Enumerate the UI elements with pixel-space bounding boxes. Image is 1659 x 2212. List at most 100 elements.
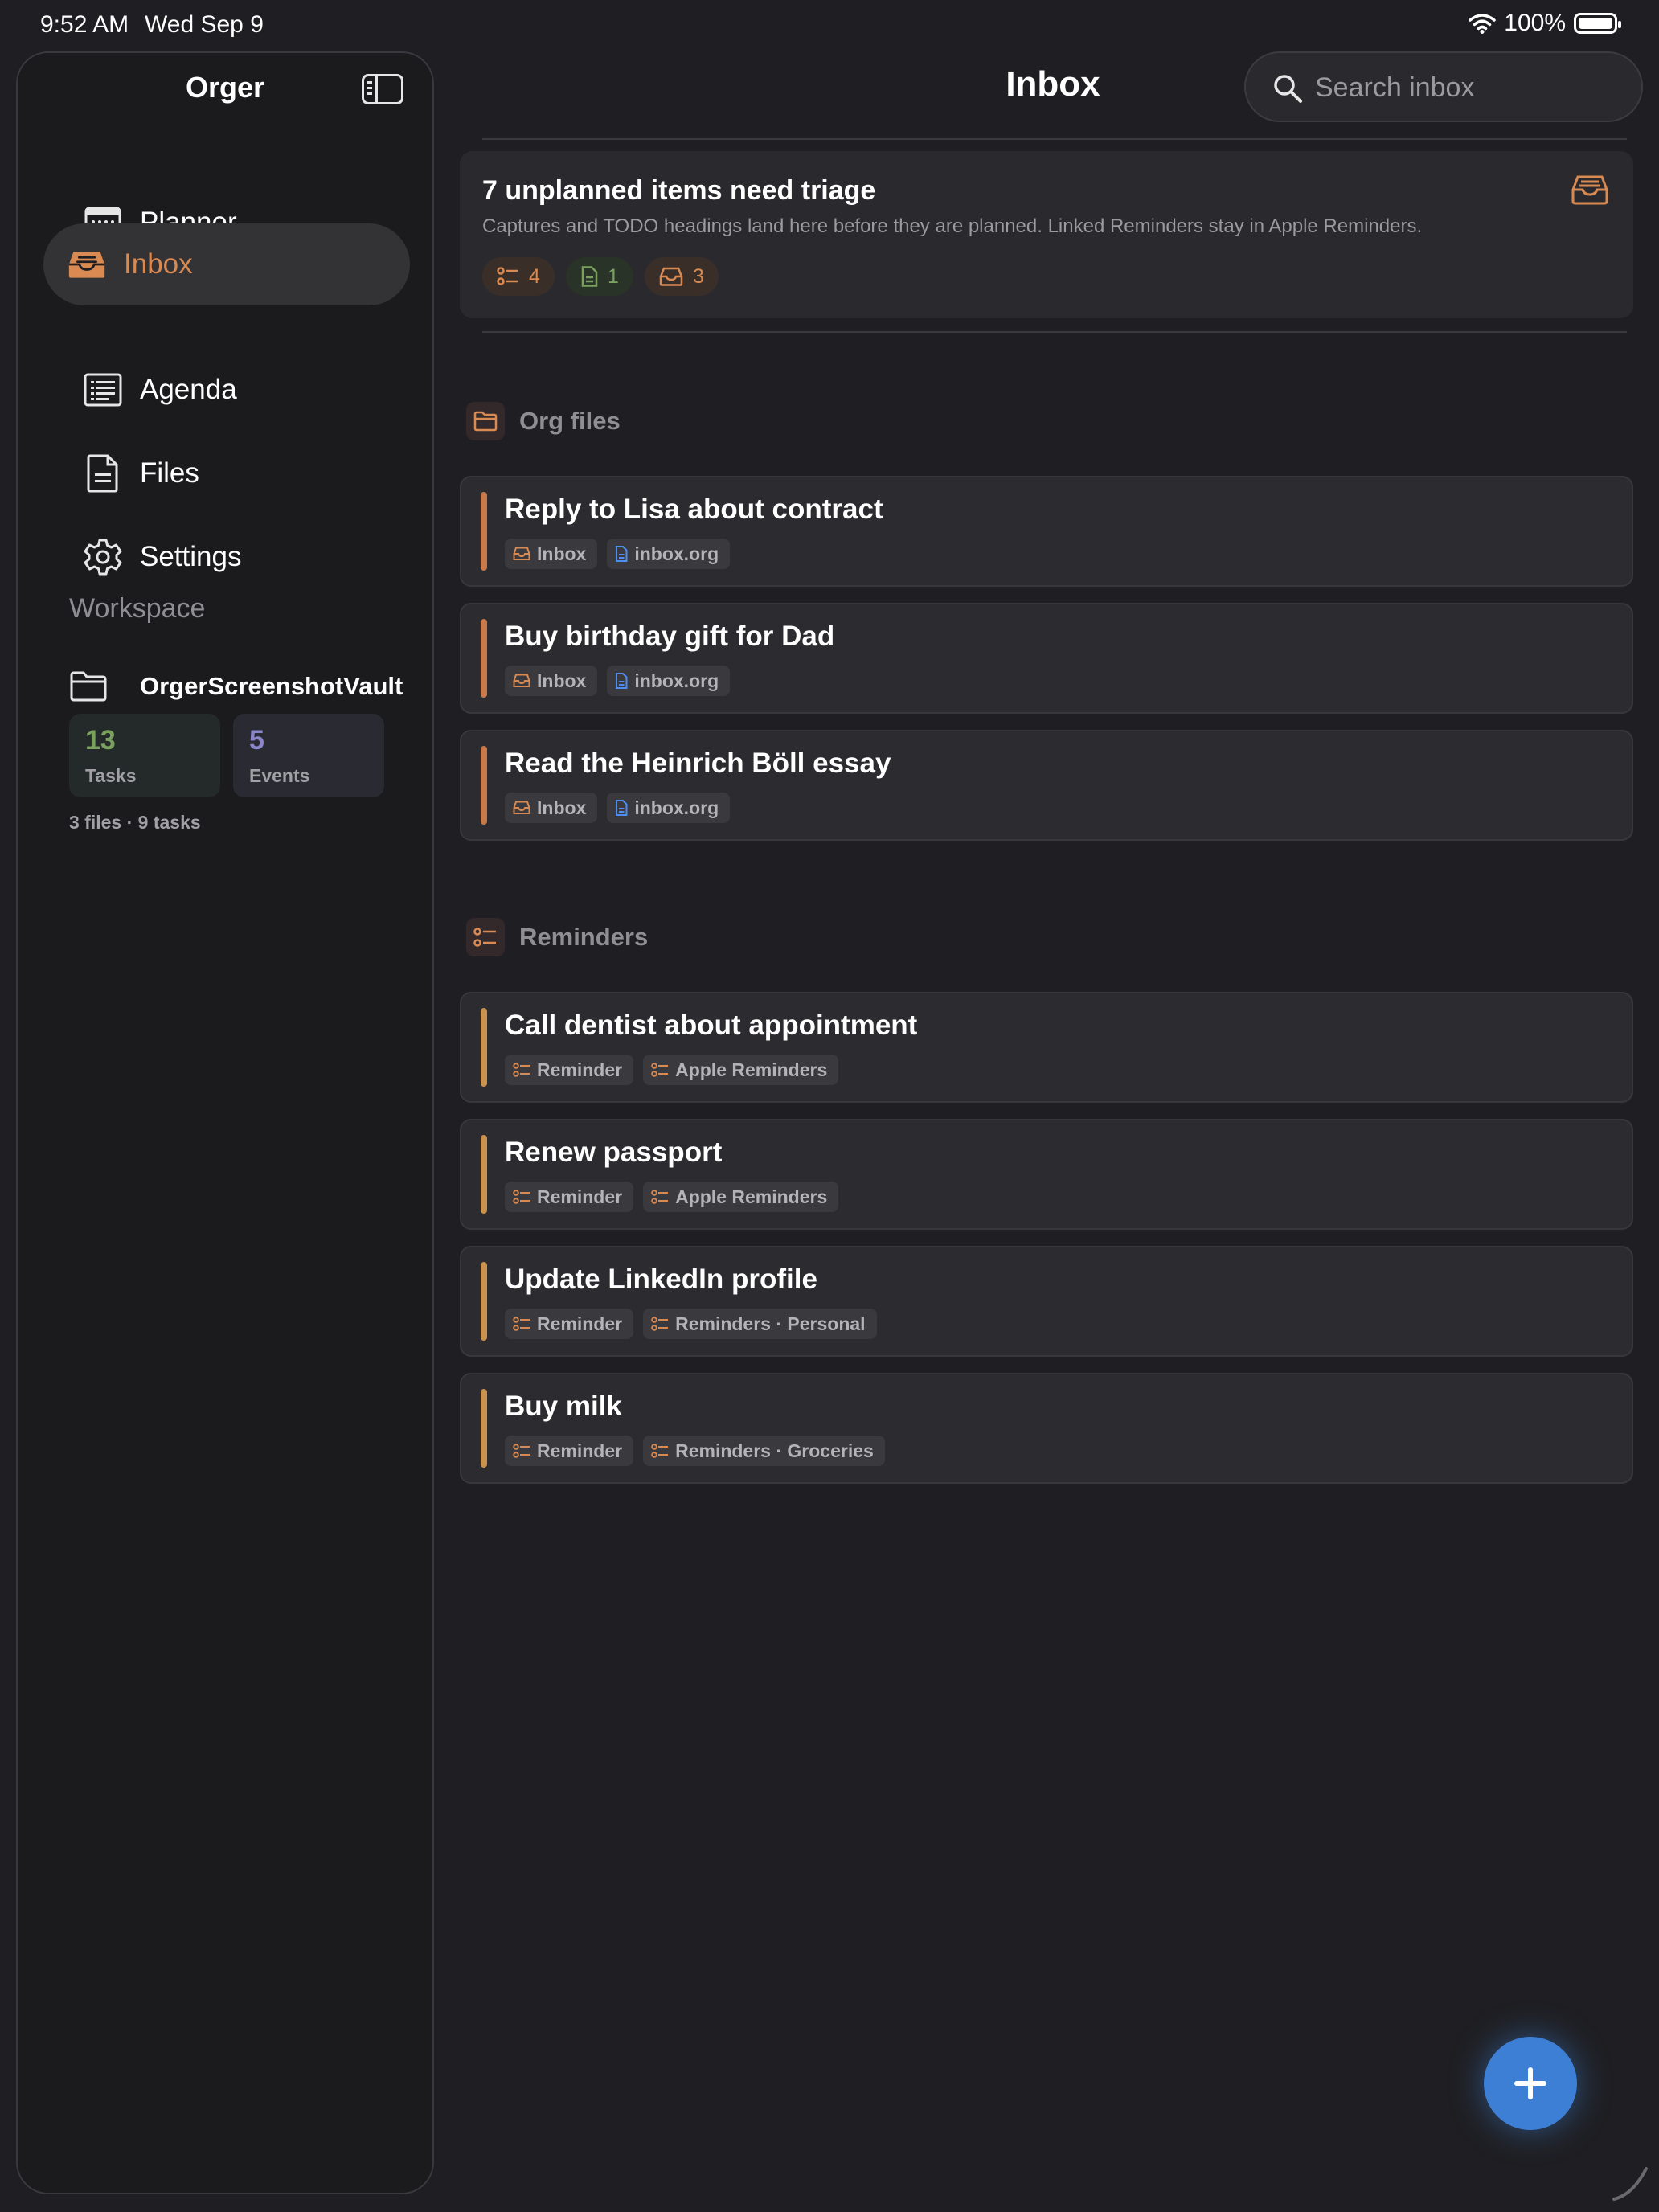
checklist-icon: [466, 918, 505, 956]
task-card[interactable]: Update LinkedIn profile Reminder Reminde…: [460, 1246, 1633, 1357]
inbox-tray-icon: [659, 267, 683, 286]
task-tag-reminder: Reminder: [505, 1182, 634, 1212]
section-reminders: Reminders: [466, 918, 648, 956]
page-title: Inbox: [1006, 64, 1100, 104]
task-color-bar: [481, 619, 487, 698]
folder-icon: [466, 402, 505, 440]
files-count: 1: [608, 264, 619, 288]
tag-label: Apple Reminders: [675, 1059, 828, 1080]
inbox-count-badge[interactable]: 3: [645, 257, 719, 296]
inbox-tray-icon: [513, 801, 530, 814]
events-count: 5: [249, 725, 264, 756]
sidebar-item-label: Agenda: [140, 374, 237, 405]
status-bar: 9:52 AM Wed Sep 9 100%: [0, 0, 1659, 51]
task-card[interactable]: Call dentist about appointment Reminder …: [460, 992, 1633, 1103]
reminders-count-badge[interactable]: 4: [482, 257, 555, 296]
plus-icon: [1514, 2067, 1546, 2099]
task-card[interactable]: Renew passport Reminder Apple Reminders: [460, 1119, 1633, 1230]
tag-label: inbox.org: [634, 543, 719, 564]
task-tag-reminder: Reminder: [505, 1055, 634, 1085]
sidebar: Orger Planner Inbox Agenda Files Setting…: [16, 51, 434, 2194]
task-title: Renew passport: [505, 1137, 723, 1168]
task-title: Buy milk: [505, 1391, 622, 1422]
tag-label: Inbox: [537, 543, 587, 564]
task-card[interactable]: Reply to Lisa about contract Inbox inbox…: [460, 476, 1633, 587]
inbox-count: 3: [693, 264, 704, 288]
task-tag-inbox: Inbox: [505, 793, 598, 823]
workspace-vault[interactable]: OrgerScreenshotVault: [69, 662, 403, 711]
folder-icon: [70, 671, 107, 702]
tag-label: Reminder: [537, 1440, 623, 1461]
checklist-icon: [651, 1444, 669, 1458]
task-color-bar: [481, 1008, 487, 1087]
checklist-icon: [513, 1063, 530, 1077]
task-card[interactable]: Buy birthday gift for Dad Inbox inbox.or…: [460, 603, 1633, 714]
section-label: Reminders: [519, 923, 649, 951]
tag-label: Reminders · Personal: [675, 1313, 866, 1334]
checklist-icon: [651, 1063, 669, 1077]
search-icon: [1274, 75, 1302, 103]
tasks-count: 13: [85, 725, 116, 756]
events-stat-card[interactable]: 5 Events: [233, 714, 384, 797]
task-tag-reminder: Reminder: [505, 1309, 634, 1339]
sidebar-item-agenda[interactable]: Agenda: [43, 349, 410, 431]
gear-icon: [84, 538, 122, 576]
tag-label: Reminders · Groceries: [675, 1440, 874, 1461]
status-date: Wed Sep 9: [145, 11, 264, 38]
tag-label: Apple Reminders: [675, 1186, 828, 1207]
task-tag-reminder: Reminder: [505, 1436, 634, 1466]
header-divider: [482, 138, 1627, 140]
task-tag-source: Apple Reminders: [643, 1182, 839, 1212]
inbox-tray-icon: [1571, 175, 1608, 205]
search-bar[interactable]: [1244, 51, 1643, 122]
task-title: Reply to Lisa about contract: [505, 494, 883, 525]
checklist-icon: [513, 1317, 530, 1331]
task-tag-source: Apple Reminders: [643, 1055, 839, 1085]
task-tag-inbox: Inbox: [505, 666, 598, 696]
tasks-label: Tasks: [85, 765, 137, 786]
task-title: Read the Heinrich Böll essay: [505, 748, 891, 779]
task-color-bar: [481, 746, 487, 825]
search-input[interactable]: [1315, 69, 1620, 106]
sidebar-item-label: Inbox: [124, 248, 193, 280]
tag-label: Reminder: [537, 1186, 623, 1207]
status-time: 9:52 AM: [40, 11, 129, 38]
task-tag-inbox: Inbox: [505, 539, 598, 569]
workspace-heading: Workspace: [69, 593, 206, 624]
sidebar-toggle-icon[interactable]: [362, 74, 403, 104]
document-icon: [616, 800, 628, 816]
add-item-button[interactable]: [1484, 2037, 1577, 2130]
task-color-bar: [481, 1135, 487, 1214]
wifi-icon: [1469, 14, 1497, 34]
task-card[interactable]: Buy milk Reminder Reminders · Groceries: [460, 1373, 1633, 1484]
task-card[interactable]: Read the Heinrich Böll essay Inbox inbox…: [460, 730, 1633, 841]
task-title: Update LinkedIn profile: [505, 1264, 817, 1295]
tasks-stat-card[interactable]: 13 Tasks: [69, 714, 220, 797]
task-tag-source: Reminders · Groceries: [643, 1436, 885, 1466]
task-tag-source: Reminders · Personal: [643, 1309, 877, 1339]
reminders-count: 4: [529, 264, 540, 288]
tag-label: Reminder: [537, 1059, 623, 1080]
sidebar-item-inbox[interactable]: Inbox: [43, 223, 410, 305]
section-label: Org files: [519, 407, 621, 435]
task-color-bar: [481, 1262, 487, 1341]
section-org-files: Org files: [466, 402, 621, 440]
task-color-bar: [481, 492, 487, 571]
files-count-badge[interactable]: 1: [566, 257, 633, 296]
sidebar-item-settings[interactable]: Settings: [43, 516, 410, 598]
tag-label: Inbox: [537, 670, 587, 691]
checklist-icon: [497, 267, 518, 285]
checklist-icon: [651, 1190, 669, 1204]
document-icon: [616, 546, 628, 562]
document-icon: [616, 673, 628, 689]
resize-grip-icon[interactable]: [1609, 2162, 1651, 2204]
tag-label: Reminder: [537, 1313, 623, 1334]
task-color-bar: [481, 1389, 487, 1468]
checklist-icon: [651, 1317, 669, 1331]
tag-label: inbox.org: [634, 670, 719, 691]
status-indicators: 100%: [1469, 10, 1621, 37]
sidebar-item-label: Files: [140, 457, 199, 489]
sidebar-item-files[interactable]: Files: [43, 432, 410, 514]
triage-card: 7 unplanned items need triage Captures a…: [460, 151, 1633, 318]
triage-subtitle: Captures and TODO headings land here bef…: [482, 215, 1423, 237]
